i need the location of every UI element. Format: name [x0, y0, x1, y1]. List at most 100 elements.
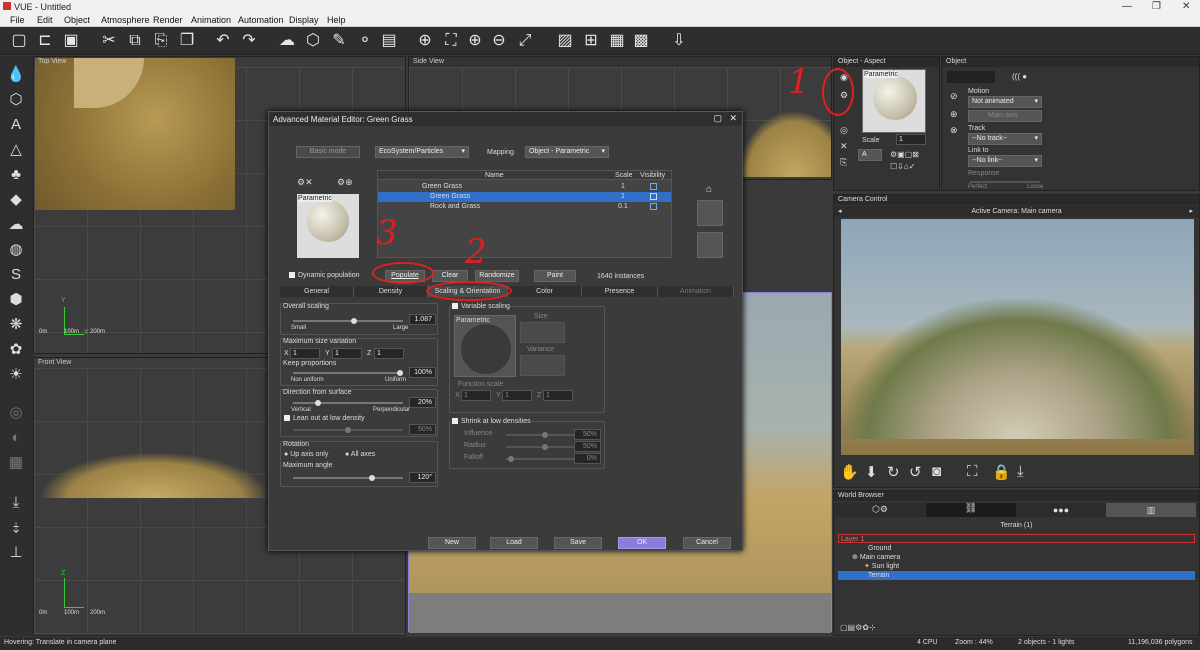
mapping-icon[interactable]: ◎: [840, 125, 848, 136]
zoom-in-icon[interactable]: ⊕: [464, 30, 486, 52]
tree-item-ground[interactable]: Ground: [838, 544, 1195, 553]
plant-icon[interactable]: ♣: [5, 164, 27, 186]
mapping-select[interactable]: Object - Parametric ▾: [525, 146, 609, 158]
globe-icon[interactable]: ⊕: [414, 30, 436, 52]
tab-animation[interactable]: Animation: [658, 286, 734, 297]
visibility-checkbox[interactable]: [650, 193, 657, 200]
library-tab-icon[interactable]: ▥: [1106, 503, 1196, 517]
export-icon[interactable]: ⇩: [668, 30, 690, 52]
scale-field[interactable]: 1: [896, 134, 926, 145]
direction-slider[interactable]: [293, 400, 403, 406]
menu-object[interactable]: Object: [64, 15, 90, 25]
open-folder-icon[interactable]: ⊏: [34, 30, 56, 52]
slider-knob[interactable]: [315, 400, 321, 406]
tab-color[interactable]: Color: [508, 286, 582, 297]
material-type-select[interactable]: EcoSystem/Particles ▾: [375, 146, 469, 158]
render-image-icon[interactable]: ▨: [554, 30, 576, 52]
swatch-1[interactable]: [697, 200, 723, 226]
track-select[interactable]: --No track-- ▾: [968, 133, 1042, 145]
menu-help[interactable]: Help: [327, 15, 346, 25]
camera-icon[interactable]: ◙: [932, 463, 941, 480]
new-button[interactable]: New: [428, 537, 476, 549]
prev-camera-icon[interactable]: ◂: [838, 206, 842, 217]
function-scale-y[interactable]: 1: [502, 390, 532, 401]
material-preview[interactable]: Parametric: [297, 194, 359, 258]
dialog-maximize-icon[interactable]: ▢: [713, 113, 722, 124]
aspect-tools2-icon[interactable]: ☐⇩⌂✓: [890, 162, 915, 171]
variance-swatch[interactable]: [520, 355, 565, 376]
lean-field[interactable]: 50%: [409, 424, 436, 435]
settings-icon[interactable]: ⚙✕: [297, 177, 313, 188]
table-row[interactable]: Rock and Grass 0.1: [378, 202, 671, 212]
terrain-icon[interactable]: △: [5, 139, 27, 161]
group-icon[interactable]: ▦: [5, 452, 27, 474]
menu-animation[interactable]: Animation: [191, 15, 231, 25]
overall-scaling-slider[interactable]: [293, 318, 403, 324]
maximize-view-icon[interactable]: ⤢: [514, 30, 536, 52]
lean-checkbox[interactable]: Lean out at low density: [284, 415, 365, 422]
active-camera-bar[interactable]: ◂ Active Camera: Main camera ▸: [834, 206, 1199, 217]
tree-item-camera[interactable]: ⊕ Main camera: [838, 553, 1195, 562]
tab-general[interactable]: General: [280, 286, 354, 297]
radius-field[interactable]: 50%: [574, 441, 601, 452]
max-angle-field[interactable]: 120°: [409, 472, 436, 483]
tree-item-layer[interactable]: Layer 1: [838, 534, 1195, 543]
undo-icon[interactable]: ↶: [212, 30, 234, 52]
size-swatch[interactable]: [520, 322, 565, 343]
cloud-icon[interactable]: ☁: [276, 30, 298, 52]
menu-render[interactable]: Render: [153, 15, 183, 25]
table-row[interactable]: Green Grass 1: [378, 182, 671, 192]
lock-icon[interactable]: 🔒: [992, 463, 1011, 481]
keep-proportions-slider[interactable]: [293, 370, 403, 376]
materials-tab-icon[interactable]: ●●●: [1016, 503, 1106, 517]
zoom-settings-icon[interactable]: ⚙⊕: [337, 177, 353, 188]
planet-icon[interactable]: ◍: [5, 239, 27, 261]
menu-atmosphere[interactable]: Atmosphere: [101, 15, 150, 25]
duplicate-icon[interactable]: ❐: [176, 30, 198, 52]
channel-select[interactable]: A: [858, 149, 882, 161]
load-button[interactable]: Load: [490, 537, 538, 549]
next-camera-icon[interactable]: ▸: [1189, 206, 1193, 217]
copy-material-icon[interactable]: ⎘: [840, 157, 847, 168]
film-icon[interactable]: ▤: [378, 30, 400, 52]
light-icon[interactable]: ☀: [5, 364, 27, 386]
basic-mode-button[interactable]: Basic mode: [296, 146, 360, 158]
render-preview[interactable]: [841, 219, 1194, 455]
max-size-x[interactable]: 1: [290, 348, 320, 359]
radius-slider[interactable]: [506, 444, 574, 450]
motion-icon[interactable]: ⊘: [950, 91, 958, 102]
water-icon[interactable]: 💧: [5, 64, 27, 86]
metablob-icon[interactable]: ◐: [5, 427, 27, 449]
cloud-object-icon[interactable]: ☁: [5, 214, 27, 236]
function-preview[interactable]: Parametric: [454, 315, 516, 377]
frame-camera-icon[interactable]: ⛶: [967, 463, 978, 480]
cube-icon[interactable]: ⬡: [5, 89, 27, 111]
function-scale-x[interactable]: 1: [461, 390, 491, 401]
influence-slider[interactable]: [506, 432, 574, 438]
particles-icon[interactable]: ❋: [5, 314, 27, 336]
roll-icon[interactable]: ↺: [909, 463, 922, 481]
box-icon[interactable]: ⬢: [5, 289, 27, 311]
render-area-icon[interactable]: ⊞: [580, 30, 602, 52]
pan-hand-icon[interactable]: ✋: [840, 463, 859, 481]
direction-field[interactable]: 20%: [409, 397, 436, 408]
sphere-group-icon[interactable]: ⚬: [354, 30, 376, 52]
visibility-checkbox[interactable]: [650, 183, 657, 190]
slider-knob[interactable]: [369, 475, 375, 481]
function-scale-z[interactable]: 1: [543, 390, 573, 401]
slider-knob[interactable]: [508, 456, 514, 462]
text-icon[interactable]: A: [5, 114, 27, 136]
brush-icon[interactable]: ✎: [328, 30, 350, 52]
save-button[interactable]: Save: [554, 537, 602, 549]
tree-item-sun[interactable]: ✦ Sun light: [838, 562, 1195, 571]
ecosystem-icon[interactable]: ✿: [5, 339, 27, 361]
tab-density[interactable]: Density: [354, 286, 428, 297]
motion-select[interactable]: Not animated ▾: [968, 96, 1042, 108]
camera-snapshot-icon[interactable]: ⌂: [706, 184, 712, 195]
render-npr-icon[interactable]: ▦: [606, 30, 628, 52]
influence-field[interactable]: 50%: [574, 429, 601, 440]
ground-icon[interactable]: ⊥: [5, 542, 27, 564]
ok-button[interactable]: OK: [618, 537, 666, 549]
browser-tools-icon[interactable]: ▢▤⚙✿⊹: [840, 623, 876, 632]
lean-slider[interactable]: [293, 427, 403, 433]
